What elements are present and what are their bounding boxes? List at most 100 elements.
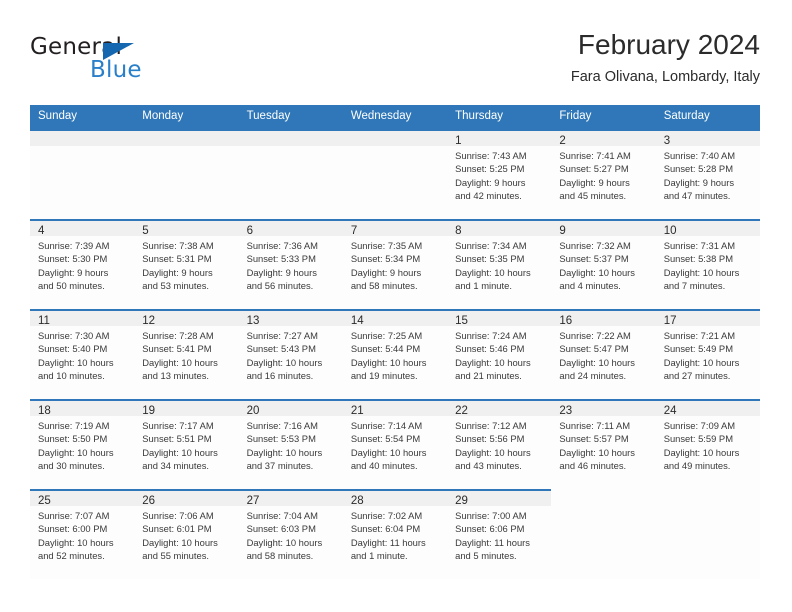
sunrise-text: Sunrise: 7:14 AM bbox=[350, 420, 423, 431]
daylight-text-line1: Daylight: 10 hours bbox=[246, 356, 323, 368]
day-sun-info: Sunrise: 7:24 AM Sunset: 5:46 PM Daylight:… bbox=[447, 326, 551, 383]
calendar-day-cell[interactable]: 25 Sunrise: 7:07 AM Sunset: 6:00 PM Dayligh… bbox=[30, 489, 135, 579]
sunset-text: Sunset: 6:06 PM bbox=[455, 523, 525, 535]
daylight-text-line1: Daylight: 9 hours bbox=[350, 266, 422, 278]
calendar-day-cell[interactable]: 6 Sunrise: 7:36 AM Sunset: 5:33 PM Daylight… bbox=[238, 219, 343, 309]
sunrise-text: Sunrise: 7:12 AM bbox=[455, 420, 527, 431]
day-sun-info: Sunrise: 7:35 AM Sunset: 5:34 PM Daylight:… bbox=[343, 236, 447, 293]
daylight-text-line1: Daylight: 9 hours bbox=[663, 176, 735, 188]
day-sun-info: Sunrise: 7:40 AM Sunset: 5:28 PM Daylight:… bbox=[656, 146, 760, 203]
day-number: 1 bbox=[455, 135, 462, 147]
calendar-day-cell[interactable]: 4 Sunrise: 7:39 AM Sunset: 5:30 PM Daylight… bbox=[30, 219, 135, 309]
day-number-band bbox=[342, 129, 448, 146]
daylight-text-line2: and 50 minutes. bbox=[38, 280, 105, 292]
daylight-text-line2: and 10 minutes. bbox=[38, 370, 105, 382]
calendar-day-cell[interactable]: 13 Sunrise: 7:27 AM Sunset: 5:43 PM Dayligh… bbox=[238, 309, 343, 399]
day-sun-info: Sunrise: 7:02 AM Sunset: 6:04 PM Daylight:… bbox=[343, 506, 447, 563]
sunrise-text: Sunrise: 7:43 AM bbox=[455, 150, 527, 161]
calendar-day-cell[interactable]: 19 Sunrise: 7:17 AM Sunset: 5:51 PM Dayligh… bbox=[134, 399, 239, 489]
calendar-day-cell[interactable]: 16 Sunrise: 7:22 AM Sunset: 5:47 PM Dayligh… bbox=[551, 309, 656, 399]
sunrise-text: Sunrise: 7:04 AM bbox=[246, 510, 318, 521]
day-number: 25 bbox=[38, 495, 51, 507]
brand-logo[interactable]: General Blue bbox=[30, 34, 230, 90]
calendar-day-cell[interactable]: 23 Sunrise: 7:11 AM Sunset: 5:57 PM Dayligh… bbox=[551, 399, 656, 489]
day-number-band: 9 bbox=[551, 219, 656, 237]
day-number-band: 11 bbox=[30, 309, 135, 327]
daylight-text-line1: Daylight: 10 hours bbox=[142, 446, 218, 458]
sunrise-text: Sunrise: 7:24 AM bbox=[455, 330, 527, 341]
sunrise-text: Sunrise: 7:00 AM bbox=[455, 510, 527, 521]
calendar-day-cell[interactable]: 11 Sunrise: 7:30 AM Sunset: 5:40 PM Dayligh… bbox=[30, 309, 135, 399]
calendar-day-cell[interactable]: 5 Sunrise: 7:38 AM Sunset: 5:31 PM Daylight… bbox=[134, 219, 239, 309]
day-number-band: 8 bbox=[447, 219, 552, 237]
calendar-day-cell[interactable]: 15 Sunrise: 7:24 AM Sunset: 5:46 PM Dayligh… bbox=[447, 309, 552, 399]
daylight-text-line2: and 58 minutes. bbox=[350, 280, 418, 292]
calendar-empty-cell bbox=[30, 129, 135, 219]
calendar-day-cell[interactable]: 29 Sunrise: 7:00 AM Sunset: 6:06 PM Dayligh… bbox=[447, 489, 552, 579]
daylight-text-line2: and 13 minutes. bbox=[142, 370, 209, 382]
title-block: February 2024 Fara Olivana, Lombardy, It… bbox=[571, 28, 760, 88]
calendar-day-cell[interactable]: 8 Sunrise: 7:34 AM Sunset: 5:35 PM Daylight… bbox=[447, 219, 552, 309]
day-sun-info: Sunrise: 7:39 AM Sunset: 5:30 PM Daylight:… bbox=[30, 236, 134, 293]
sunrise-text: Sunrise: 7:36 AM bbox=[246, 240, 318, 251]
calendar-day-cell[interactable]: 2 Sunrise: 7:41 AM Sunset: 5:27 PM Daylight… bbox=[551, 129, 656, 219]
day-number-band: 6 bbox=[238, 219, 343, 237]
daylight-text-line2: and 55 minutes. bbox=[142, 550, 209, 562]
weekday-header-wednesday: Wednesday bbox=[350, 110, 412, 122]
calendar-day-cell[interactable]: 7 Sunrise: 7:35 AM Sunset: 5:34 PM Daylight… bbox=[342, 219, 448, 309]
day-number: 14 bbox=[350, 315, 364, 327]
daylight-text-line2: and 47 minutes. bbox=[663, 190, 731, 202]
daylight-text-line1: Daylight: 10 hours bbox=[38, 446, 114, 458]
daylight-text-line2: and 58 minutes. bbox=[246, 550, 314, 562]
daylight-text-line2: and 5 minutes. bbox=[455, 550, 517, 562]
day-sun-info: Sunrise: 7:43 AM Sunset: 5:25 PM Daylight:… bbox=[447, 146, 551, 203]
calendar-day-cell[interactable]: 27 Sunrise: 7:04 AM Sunset: 6:03 PM Dayligh… bbox=[238, 489, 343, 579]
sunset-text: Sunset: 5:49 PM bbox=[663, 343, 733, 355]
day-number: 9 bbox=[559, 225, 566, 237]
day-number: 13 bbox=[246, 315, 260, 327]
day-number-band: 17 bbox=[655, 309, 760, 327]
sunrise-text: Sunrise: 7:21 AM bbox=[663, 330, 736, 341]
calendar-day-cell[interactable]: 9 Sunrise: 7:32 AM Sunset: 5:37 PM Daylight… bbox=[551, 219, 656, 309]
weekday-header-tuesday: Tuesday bbox=[246, 110, 291, 122]
sunrise-text: Sunrise: 7:16 AM bbox=[246, 420, 318, 431]
calendar-day-cell[interactable]: 21 Sunrise: 7:14 AM Sunset: 5:54 PM Dayligh… bbox=[342, 399, 448, 489]
day-number-band: 1 bbox=[447, 129, 552, 147]
calendar-day-cell[interactable]: 10 Sunrise: 7:31 AM Sunset: 5:38 PM Dayligh… bbox=[655, 219, 760, 309]
day-number: 8 bbox=[455, 225, 462, 237]
day-number-band: 23 bbox=[551, 399, 656, 417]
daylight-text-line1: Daylight: 9 hours bbox=[559, 176, 630, 188]
sunset-text: Sunset: 6:03 PM bbox=[246, 523, 316, 535]
day-number-band: 4 bbox=[30, 219, 135, 237]
day-sun-info: Sunrise: 7:04 AM Sunset: 6:03 PM Daylight:… bbox=[239, 506, 343, 563]
daylight-text-line1: Daylight: 10 hours bbox=[350, 356, 427, 368]
calendar-day-cell[interactable]: 22 Sunrise: 7:12 AM Sunset: 5:56 PM Dayligh… bbox=[447, 399, 552, 489]
sunrise-text: Sunrise: 7:22 AM bbox=[559, 330, 631, 341]
sunset-text: Sunset: 5:30 PM bbox=[38, 253, 108, 265]
calendar-empty-cell bbox=[342, 129, 448, 219]
calendar-day-cell[interactable]: 18 Sunrise: 7:19 AM Sunset: 5:50 PM Dayligh… bbox=[30, 399, 135, 489]
calendar-day-cell[interactable]: 12 Sunrise: 7:28 AM Sunset: 5:41 PM Dayligh… bbox=[134, 309, 239, 399]
calendar-day-cell[interactable]: 20 Sunrise: 7:16 AM Sunset: 5:53 PM Dayligh… bbox=[238, 399, 343, 489]
calendar-day-cell[interactable]: 1 Sunrise: 7:43 AM Sunset: 5:25 PM Daylight… bbox=[447, 129, 552, 219]
sunset-text: Sunset: 5:53 PM bbox=[246, 433, 316, 445]
sunrise-text: Sunrise: 7:07 AM bbox=[38, 510, 110, 521]
calendar-day-cell[interactable]: 26 Sunrise: 7:06 AM Sunset: 6:01 PM Dayligh… bbox=[134, 489, 239, 579]
sunrise-text: Sunrise: 7:32 AM bbox=[559, 240, 631, 251]
day-number-band bbox=[238, 129, 343, 146]
day-sun-info: Sunrise: 7:12 AM Sunset: 5:56 PM Daylight:… bbox=[447, 416, 551, 473]
sunrise-text: Sunrise: 7:06 AM bbox=[142, 510, 214, 521]
day-number-band: 24 bbox=[655, 399, 760, 417]
daylight-text-line2: and 34 minutes. bbox=[142, 460, 209, 472]
day-number-band: 26 bbox=[134, 489, 239, 507]
calendar-day-cell[interactable]: 24 Sunrise: 7:09 AM Sunset: 5:59 PM Dayligh… bbox=[655, 399, 760, 489]
daylight-text-line1: Daylight: 11 hours bbox=[455, 536, 530, 548]
daylight-text-line2: and 43 minutes. bbox=[455, 460, 522, 472]
day-number: 17 bbox=[663, 315, 677, 327]
calendar-day-cell[interactable]: 14 Sunrise: 7:25 AM Sunset: 5:44 PM Dayligh… bbox=[342, 309, 448, 399]
calendar-day-cell[interactable]: 28 Sunrise: 7:02 AM Sunset: 6:04 PM Dayligh… bbox=[342, 489, 448, 579]
calendar-day-cell[interactable]: 17 Sunrise: 7:21 AM Sunset: 5:49 PM Dayligh… bbox=[655, 309, 760, 399]
day-sun-info: Sunrise: 7:32 AM Sunset: 5:37 PM Daylight:… bbox=[551, 236, 655, 293]
sunset-text: Sunset: 6:04 PM bbox=[350, 523, 421, 535]
calendar-day-cell[interactable]: 3 Sunrise: 7:40 AM Sunset: 5:28 PM Daylight… bbox=[655, 129, 760, 219]
